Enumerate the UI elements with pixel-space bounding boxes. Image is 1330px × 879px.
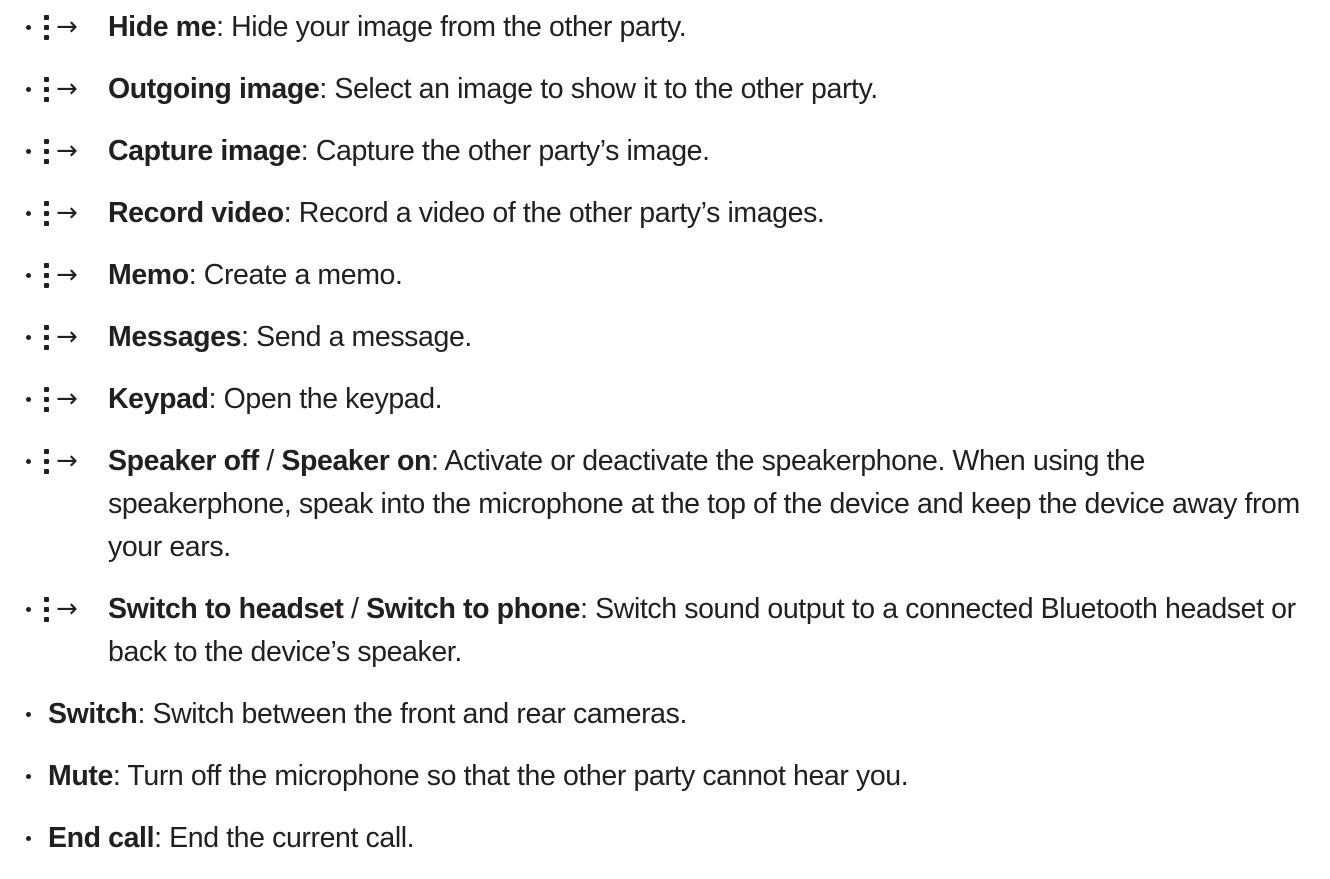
more-options-icon: [44, 201, 50, 227]
more-options-icon: [44, 263, 50, 289]
item-title: Record video: [108, 197, 284, 229]
item-description: : Send a message.: [241, 321, 472, 353]
arrow-icon: →: [56, 136, 78, 166]
item-title: End call: [48, 822, 155, 854]
item-separator: /: [258, 445, 282, 477]
item-title: Messages: [108, 321, 242, 353]
item-title-alt: Speaker on: [281, 445, 432, 477]
item-title: Keypad: [108, 383, 209, 415]
bullet: [26, 774, 31, 779]
list-item-outgoing-image: → Outgoing image: Select an image to sho…: [26, 68, 1316, 111]
list-item-end-call: End call: End the current call.: [26, 817, 1316, 860]
list-item-switch: Switch: Switch between the front and rea…: [26, 693, 1316, 736]
bullet: [26, 25, 31, 30]
more-options-icon: [44, 325, 50, 351]
item-title: Memo: [108, 259, 189, 291]
bullet: [26, 459, 31, 464]
more-options-icon: [44, 77, 50, 103]
arrow-icon: →: [56, 594, 78, 624]
item-title: Switch to headset: [108, 593, 344, 625]
bullet: [26, 149, 31, 154]
arrow-icon: →: [56, 74, 78, 104]
bullet: [26, 335, 31, 340]
bullet: [26, 211, 31, 216]
item-description: : Select an image to show it to the othe…: [319, 73, 878, 105]
list-item-capture-image: → Capture image: Capture the other party…: [26, 130, 1316, 173]
item-description: : Record a video of the other party’s im…: [283, 197, 825, 229]
bullet: [26, 273, 31, 278]
item-title: Mute: [48, 760, 113, 792]
option-list: → Hide me: Hide your image from the othe…: [26, 6, 1316, 879]
item-description: : Create a memo.: [188, 259, 403, 291]
item-description: : Hide your image from the other party.: [216, 11, 687, 43]
arrow-icon: →: [56, 260, 78, 290]
arrow-icon: →: [56, 446, 78, 476]
item-separator: /: [343, 593, 367, 625]
item-description: : Capture the other party’s image.: [300, 135, 710, 167]
item-title-alt: Switch to phone: [366, 593, 581, 625]
item-title: Speaker off: [108, 445, 259, 477]
item-title: Outgoing image: [108, 73, 320, 105]
list-item-record-video: → Record video: Record a video of the ot…: [26, 192, 1316, 235]
more-options-icon: [44, 449, 50, 475]
bullet: [26, 87, 31, 92]
arrow-icon: →: [56, 322, 78, 352]
item-description: : Open the keypad.: [208, 383, 443, 415]
item-description: : Switch between the front and rear came…: [137, 698, 687, 730]
bullet: [26, 397, 31, 402]
bullet: [26, 836, 31, 841]
item-description: : End the current call.: [154, 822, 415, 854]
arrow-icon: →: [56, 384, 78, 414]
arrow-icon: →: [56, 198, 78, 228]
more-options-icon: [44, 597, 50, 623]
list-item-headset: → Switch to headset / Switch to phone: S…: [26, 588, 1316, 674]
arrow-icon: →: [56, 12, 78, 42]
more-options-icon: [44, 139, 50, 165]
item-title: Capture image: [108, 135, 301, 167]
item-description: : Turn off the microphone so that the ot…: [112, 760, 909, 792]
list-item-memo: → Memo: Create a memo.: [26, 254, 1316, 297]
more-options-icon: [44, 15, 50, 41]
list-item-keypad: → Keypad: Open the keypad.: [26, 378, 1316, 421]
list-item-messages: → Messages: Send a message.: [26, 316, 1316, 359]
list-item-hide-me: → Hide me: Hide your image from the othe…: [26, 6, 1316, 49]
item-title: Switch: [48, 698, 138, 730]
item-title: Hide me: [108, 11, 217, 43]
bullet: [26, 712, 31, 717]
list-item-speaker: → Speaker off / Speaker on: Activate or …: [26, 440, 1316, 569]
bullet: [26, 607, 31, 612]
more-options-icon: [44, 387, 50, 413]
list-item-mute: Mute: Turn off the microphone so that th…: [26, 755, 1316, 798]
